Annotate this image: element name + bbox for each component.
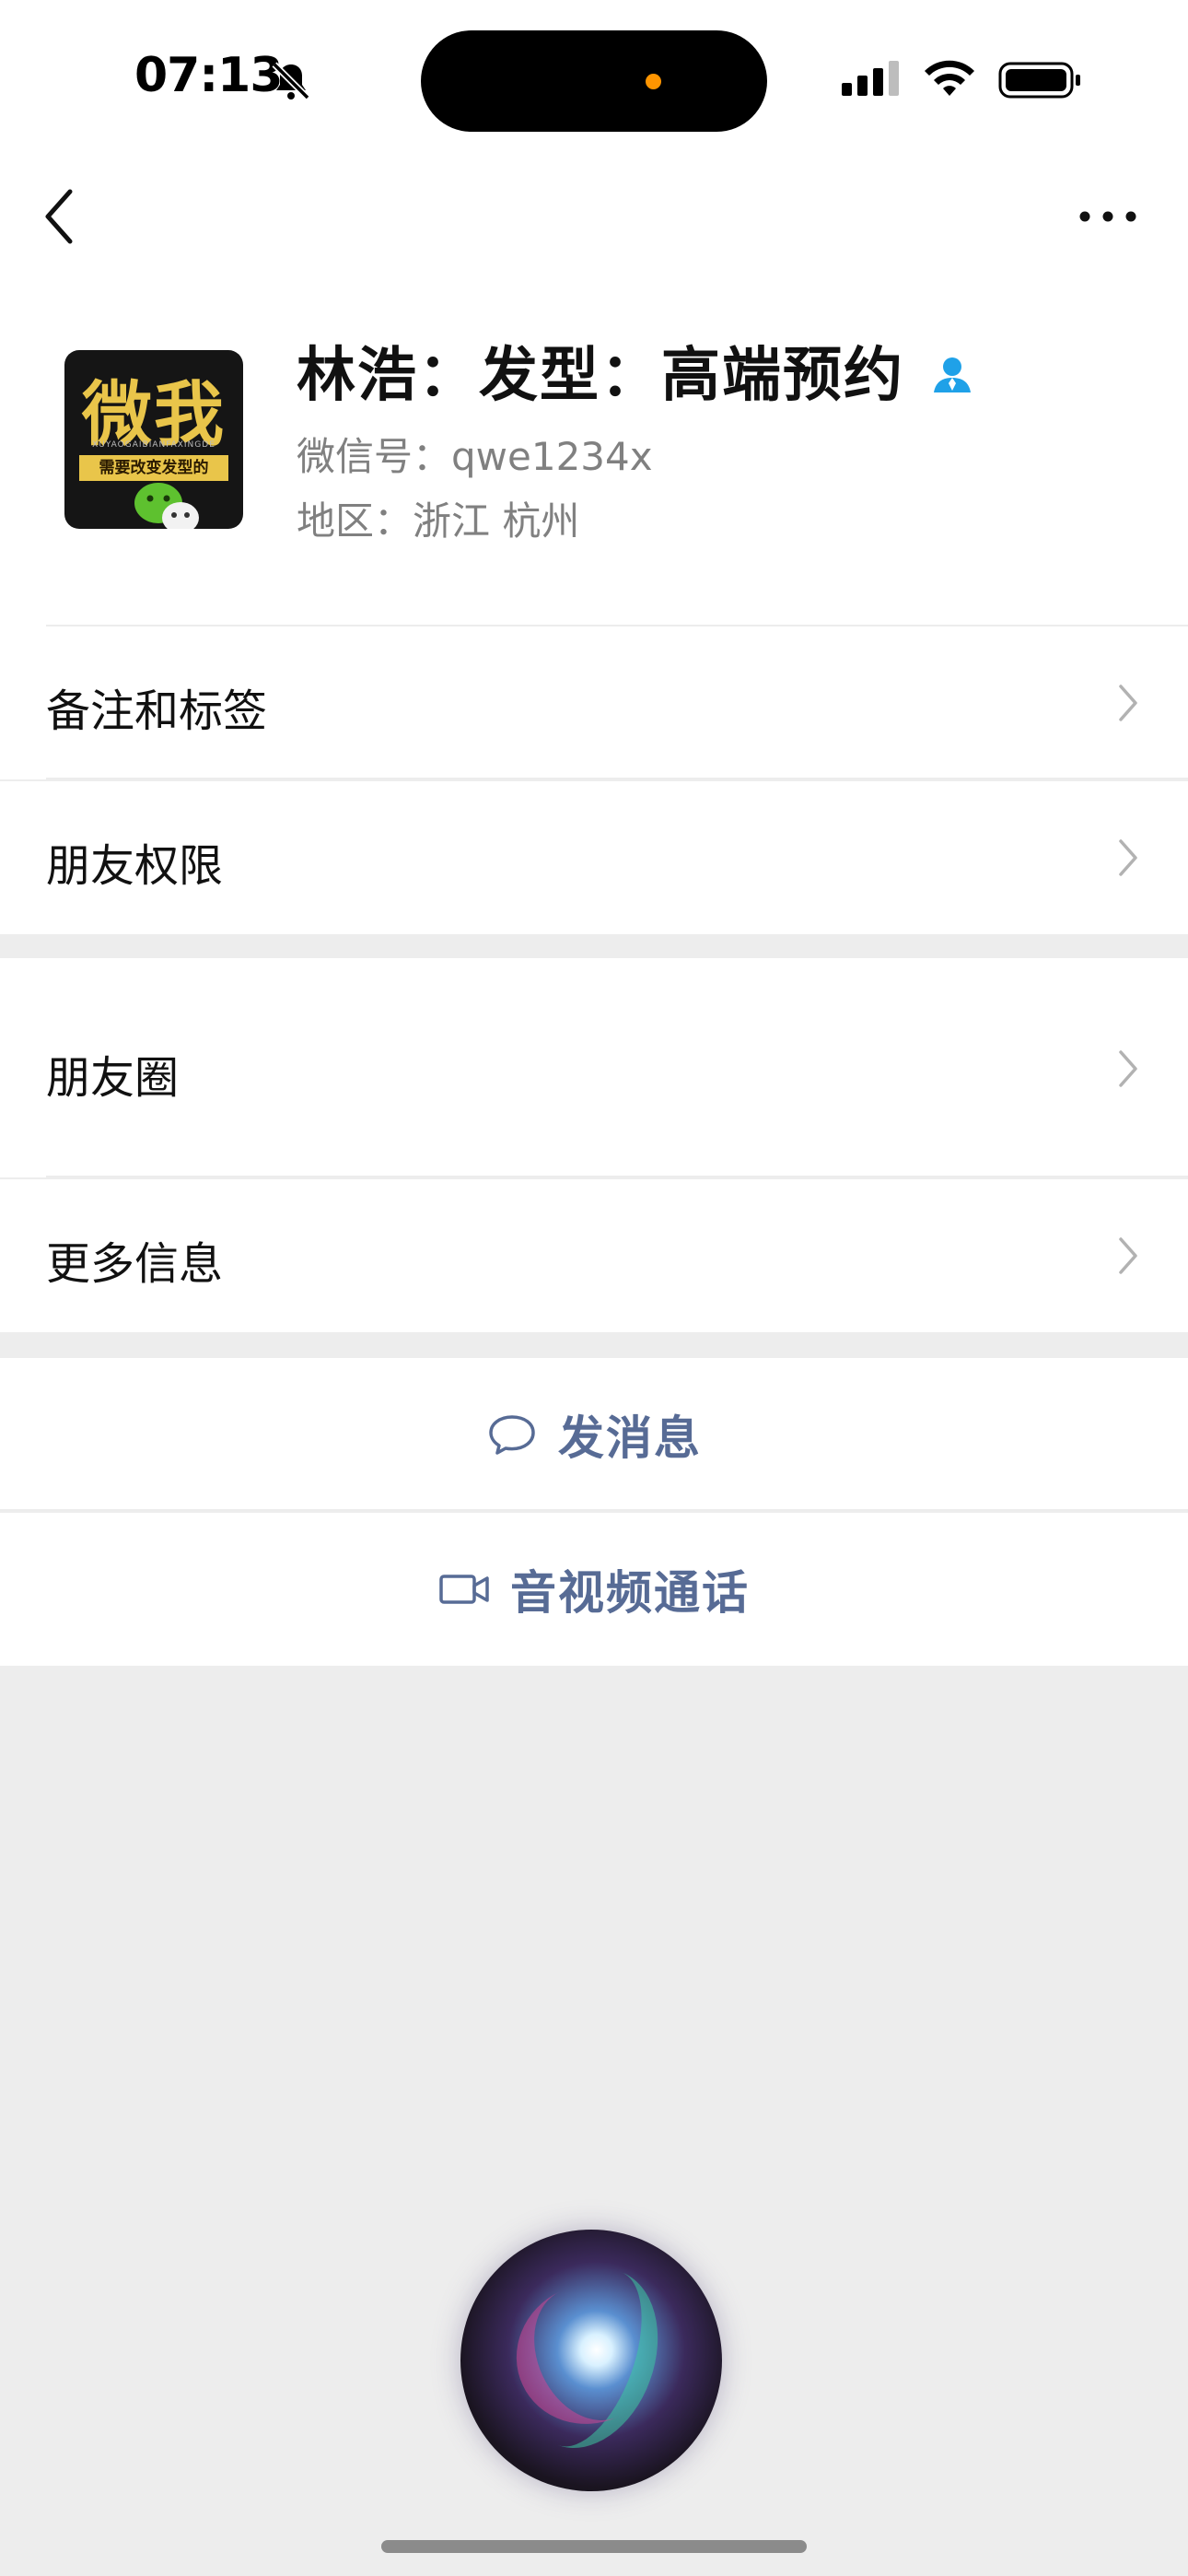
siri-orb[interactable] bbox=[460, 2230, 722, 2491]
profile-card: 微我 XUYAOGAIBIANFAXINGDE 需要改变发型的 林浩：发型：高端… bbox=[0, 147, 1188, 626]
chevron-right-icon bbox=[1119, 685, 1137, 721]
status-time: 07:13 bbox=[134, 48, 284, 103]
av-call-content: 音视频通话 bbox=[0, 1513, 1188, 1666]
more-info-label: 更多信息 bbox=[46, 1238, 224, 1290]
home-indicator[interactable] bbox=[381, 2540, 807, 2553]
privacy-indicator-dot bbox=[646, 74, 661, 89]
chevron-right-icon bbox=[1119, 839, 1137, 876]
chat-bubble-icon bbox=[489, 1415, 535, 1455]
back-button[interactable] bbox=[41, 184, 77, 249]
send-message-content: 发消息 bbox=[0, 1358, 1188, 1511]
region: 地区：浙江 杭州 bbox=[297, 498, 580, 544]
wechat-logo-icon bbox=[134, 483, 199, 529]
send-message-label: 发消息 bbox=[558, 1411, 702, 1465]
more-info-row[interactable]: 更多信息 bbox=[0, 1179, 1188, 1332]
chevron-right-icon bbox=[1119, 1237, 1137, 1274]
contact-profile-screen: 07:13 微我 XUYAOGAIBIANFAXINGDE 需要改变发型的 林浩… bbox=[0, 0, 1188, 2576]
dynamic-island bbox=[421, 30, 767, 132]
battery-icon bbox=[998, 62, 1080, 99]
friend-permissions-label: 朋友权限 bbox=[46, 840, 224, 892]
divider bbox=[0, 1509, 1188, 1511]
wifi-icon bbox=[925, 60, 974, 96]
video-camera-icon bbox=[439, 1575, 489, 1604]
av-call-button[interactable]: 音视频通话 bbox=[0, 1513, 1188, 1666]
more-options-button[interactable] bbox=[1077, 201, 1138, 232]
chevron-right-icon bbox=[1119, 1050, 1137, 1087]
siri-swirl bbox=[493, 2260, 686, 2448]
moments-row[interactable]: 朋友圈 bbox=[0, 958, 1188, 1177]
remarks-tags-row[interactable]: 备注和标签 bbox=[0, 626, 1188, 779]
cellular-signal-icon bbox=[842, 61, 899, 96]
divider bbox=[46, 778, 1188, 779]
divider bbox=[46, 1176, 1188, 1177]
status-bar: 07:13 bbox=[0, 0, 1188, 147]
contact-name: 林浩：发型：高端预约 bbox=[297, 342, 904, 410]
moments-label: 朋友圈 bbox=[46, 1052, 180, 1104]
av-call-label: 音视频通话 bbox=[510, 1566, 750, 1620]
avatar-banner: 需要改变发型的 bbox=[79, 455, 228, 481]
bell-slash-icon bbox=[272, 62, 310, 100]
contact-person-icon bbox=[934, 357, 971, 392]
remarks-tags-label: 备注和标签 bbox=[46, 685, 268, 737]
wechat-id: 微信号：qwe1234x bbox=[297, 434, 653, 479]
friend-permissions-row[interactable]: 朋友权限 bbox=[0, 781, 1188, 934]
avatar[interactable]: 微我 XUYAOGAIBIANFAXINGDE 需要改变发型的 bbox=[64, 350, 243, 529]
avatar-subtitle: XUYAOGAIBIANFAXINGDE bbox=[92, 440, 215, 450]
send-message-button[interactable]: 发消息 bbox=[0, 1358, 1188, 1511]
